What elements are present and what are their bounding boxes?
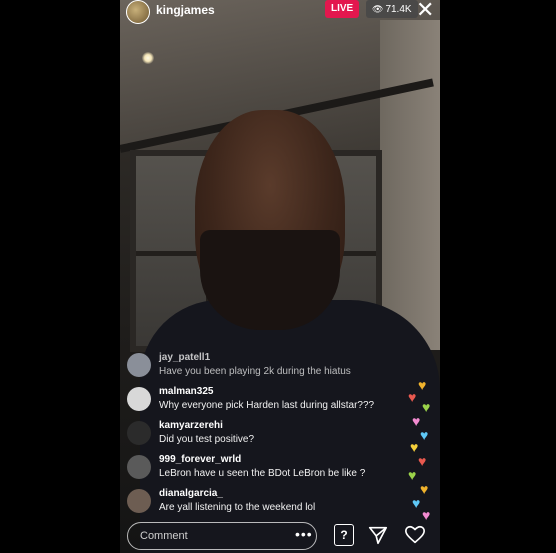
comment-item: malman325 Why everyone pick Harden last …: [127, 384, 417, 418]
comment-text: Are yall listening to the weekend lol: [159, 502, 316, 513]
comment-item: dianalgarcia_ Are yall listening to the …: [127, 486, 417, 520]
comment-text: LeBron have u seen the BDot LeBron be li…: [159, 468, 366, 479]
heart-icon: ♥: [418, 377, 427, 393]
heart-icon: ♥: [422, 399, 431, 415]
heart-icon: ♥: [420, 481, 429, 497]
viewer-count: 71.4K: [385, 4, 412, 15]
heart-icon: ♥: [420, 427, 429, 443]
ceiling-light: [142, 52, 154, 64]
comment-text: Did you test positive?: [159, 434, 255, 445]
heart-icon: ♥: [408, 467, 417, 483]
eye-icon: 👁: [372, 4, 384, 14]
comment-text: Have you been playing 2k during the hiat…: [159, 366, 351, 377]
top-bar: kingjames LIVE 👁 71.4K ✕: [120, 0, 440, 24]
more-options-icon[interactable]: •••: [295, 526, 313, 542]
commenter-avatar[interactable]: [127, 489, 151, 513]
commenter-avatar[interactable]: [127, 455, 151, 479]
comment-username[interactable]: jay_patell1: [159, 352, 210, 363]
comment-text: Why everyone pick Harden last during all…: [159, 400, 375, 411]
comment-feed: jay_patell1 Have you been playing 2k dur…: [127, 350, 417, 520]
broadcaster-beard: [200, 230, 340, 330]
live-badge: LIVE: [325, 0, 360, 18]
commenter-avatar[interactable]: [127, 353, 151, 377]
heart-icon: ♥: [410, 439, 419, 455]
comment-item: 999_forever_wrld LeBron have u seen the …: [127, 452, 417, 486]
commenter-avatar[interactable]: [127, 421, 151, 445]
comment-item: jay_patell1 Have you been playing 2k dur…: [127, 350, 417, 384]
heart-icon: ♥: [412, 495, 421, 511]
heart-like-icon[interactable]: [404, 524, 426, 546]
bottom-bar: ••• ?: [120, 520, 440, 553]
heart-icon: ♥: [408, 389, 417, 405]
question-icon[interactable]: ?: [334, 524, 354, 546]
send-icon[interactable]: [367, 524, 389, 546]
comment-username[interactable]: 999_forever_wrld: [159, 454, 241, 465]
viewer-count-badge[interactable]: 👁 71.4K: [366, 0, 418, 18]
comment-item: kamyarzerehi Did you test positive?: [127, 418, 417, 452]
comment-username[interactable]: malman325: [159, 386, 213, 397]
comment-username[interactable]: dianalgarcia_: [159, 488, 223, 499]
heart-icon: ♥: [412, 413, 421, 429]
broadcaster-username[interactable]: kingjames: [156, 3, 215, 17]
close-icon[interactable]: ✕: [416, 0, 434, 23]
floating-hearts: ♥ ♥ ♥ ♥ ♥ ♥ ♥ ♥ ♥ ♥ ♥: [398, 378, 440, 528]
broadcaster-avatar[interactable]: [126, 0, 150, 24]
wall: [380, 20, 440, 350]
comment-input[interactable]: [127, 522, 317, 550]
heart-icon: ♥: [418, 453, 427, 469]
comment-username[interactable]: kamyarzerehi: [159, 420, 223, 431]
commenter-avatar[interactable]: [127, 387, 151, 411]
